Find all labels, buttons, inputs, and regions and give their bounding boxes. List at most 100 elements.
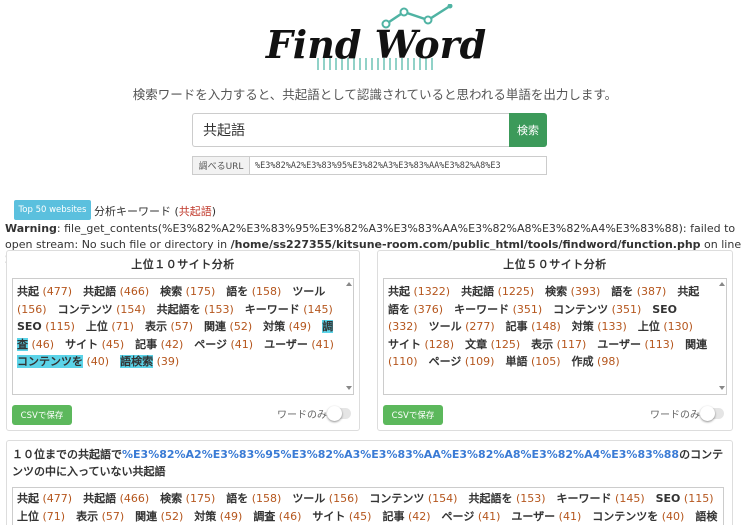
word-text: SEO (652, 302, 678, 316)
top50-button[interactable]: Top 50 websites (14, 200, 91, 220)
url-label: 調べるURL (192, 156, 250, 175)
word-item: ユーザー (41) (264, 338, 334, 351)
word-item: コンテンツ (154) (369, 492, 457, 505)
word-text: 表示 (144, 320, 167, 333)
word-count: (477) (39, 285, 73, 298)
word-item: 共起語を (153) (157, 303, 234, 316)
search-input[interactable] (192, 113, 509, 147)
words-only-toggle[interactable] (700, 406, 724, 421)
word-count: (40) (658, 509, 685, 523)
csv-save-button[interactable]: CSVで保存 (12, 405, 72, 425)
word-count: (351) (509, 302, 543, 316)
word-count: (42) (157, 337, 184, 351)
toggle-label: ワードのみ (277, 410, 327, 421)
word-text: コンテンツを (592, 509, 659, 523)
panel-title: 上位５０サイト分析 (503, 258, 607, 271)
search-button[interactable]: 検索 (509, 113, 547, 147)
url-field[interactable]: %E3%82%A2%E3%83%95%E3%82%A3%E3%83%AA%E3%… (250, 156, 547, 175)
word-text: 検索 (160, 285, 183, 298)
word-text: 表示 (531, 337, 554, 351)
word-count: (133) (593, 320, 627, 333)
word-count: (175) (182, 492, 216, 505)
word-text: 共起語を (156, 302, 201, 316)
word-item: 語を (158) (226, 285, 281, 298)
word-count: (154) (424, 492, 458, 505)
word-count: (1322) (410, 285, 451, 298)
toggle-knob[interactable] (327, 406, 342, 421)
word-count: (105) (527, 355, 561, 368)
word-count: (45) (345, 509, 372, 523)
word-item: 作成 (98) (572, 355, 620, 368)
word-text: 表示 (76, 509, 99, 523)
word-item: キーワード (351) (454, 303, 542, 316)
panel-title: 上位１０サイト分析 (131, 258, 235, 271)
word-text: サイト (312, 509, 346, 523)
csv-save-button[interactable]: CSVで保存 (383, 405, 443, 425)
word-text: 共起語 (83, 285, 117, 298)
word-count: (145) (611, 492, 645, 505)
word-count: (109) (461, 355, 495, 368)
word-item: サイト (128) (388, 338, 454, 351)
scrollbar[interactable] (346, 282, 352, 390)
word-text: ツール (428, 320, 462, 333)
section-heading: １０位までの共起語で%E3%82%A2%E3%83%95%E3%82%A3%E3… (12, 446, 724, 480)
word-text: 共起語 (461, 285, 495, 298)
word-text: サイト (65, 337, 99, 351)
word-text: 関連 (685, 337, 708, 351)
word-count: (115) (41, 320, 75, 333)
word-count: (42) (404, 509, 431, 523)
top50-panel: 上位５０サイト分析 共起 (1322) 共起語 (1225) 検索 (393) … (377, 250, 733, 431)
word-item: コンテンツ (351) (553, 303, 641, 316)
word-count: (57) (98, 509, 125, 523)
logo-text: Find Word (265, 22, 486, 67)
word-count: (52) (157, 509, 184, 523)
word-text: 語検索 (120, 355, 154, 368)
word-item: 共起 (1322) (388, 285, 450, 298)
word-list[interactable]: 共起 (1322) 共起語 (1225) 検索 (393) 語を (387) 共… (383, 278, 727, 395)
word-text: SEO (655, 492, 681, 505)
word-count: (145) (299, 302, 333, 316)
word-item: ツール (277) (429, 320, 495, 333)
logo-graphic: Find Word (265, 3, 486, 70)
word-count: (393) (567, 285, 601, 298)
word-count: (154) (112, 302, 146, 316)
word-count: (175) (182, 285, 216, 298)
word-item: 検索 (175) (160, 492, 215, 505)
heading-prefix: １０位までの共起語で (12, 448, 122, 461)
word-text: ツール (292, 492, 326, 505)
words-only-toggle-group: ワードのみ (650, 406, 724, 421)
analysis-close: ) (211, 205, 217, 218)
word-count: (71) (107, 320, 134, 333)
word-text: 語を (611, 285, 634, 298)
word-item: 記事 (42) (135, 338, 183, 351)
word-item: 共起語 (466) (83, 492, 149, 505)
word-text: キーワード (454, 302, 510, 316)
missing-words-section: １０位までの共起語で%E3%82%A2%E3%83%95%E3%82%A3%E3… (6, 440, 733, 525)
word-count: (153) (512, 492, 546, 505)
word-text: 対策 (571, 320, 594, 333)
word-count: (376) (410, 302, 444, 316)
word-count: (148) (527, 320, 561, 333)
toggle-knob[interactable] (700, 406, 715, 421)
word-item: 上位 (71) (17, 510, 65, 523)
word-item: 上位 (130) (638, 320, 693, 333)
word-item: 対策 (133) (572, 320, 627, 333)
word-text: キーワード (556, 492, 612, 505)
word-count: (351) (608, 302, 642, 316)
word-list[interactable]: 共起 (477) 共起語 (466) 検索 (175) 語を (158) ツール… (12, 278, 354, 395)
word-count: (49) (216, 509, 243, 523)
word-item: サイト (45) (312, 510, 371, 523)
word-item: 共起 (477) (17, 492, 72, 505)
word-count: (156) (17, 302, 47, 316)
word-count: (41) (307, 337, 334, 351)
word-item: 共起 (477) (17, 285, 72, 298)
word-item: ページ (109) (429, 355, 495, 368)
word-item: ページ (41) (194, 338, 253, 351)
word-item: キーワード (145) (557, 492, 645, 505)
word-text: ユーザー (511, 509, 556, 523)
word-list[interactable]: 共起 (477) 共起語 (466) 検索 (175) 語を (158) ツール… (12, 487, 724, 525)
word-item: 上位 (71) (86, 320, 134, 333)
word-count: (115) (680, 492, 714, 505)
scrollbar[interactable] (719, 282, 725, 390)
words-only-toggle[interactable] (327, 406, 351, 421)
